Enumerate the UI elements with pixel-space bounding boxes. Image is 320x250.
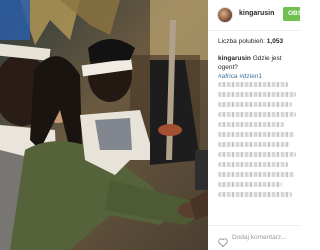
likes-row: Liczba polubień: 1,053 [218,38,283,45]
blurred-comment-line [218,142,290,147]
caption-username[interactable]: kingarusin [218,55,251,62]
blurred-comment-line [218,82,288,87]
likes-label: Liczba polubień: [218,38,265,45]
blurred-comment-line [218,102,292,107]
post-footer: Dodaj komentarz... [208,225,300,250]
blurred-comment-line [218,122,284,127]
post-sidebar: kingarusin OBS Liczba polubień: 1,053 ki… [208,0,300,250]
blurred-comment-line [218,162,288,167]
blurred-comment-line [218,92,296,97]
post-photo[interactable] [0,0,208,250]
caption-hashtags[interactable]: #africa #dzien1 [218,73,262,80]
blurred-comment-line [218,112,296,117]
blurred-comment-line [218,192,292,197]
comment-input[interactable]: Dodaj komentarz... [232,234,287,241]
post-header: kingarusin OBS [208,0,300,31]
blurred-comment-line [218,182,282,187]
username[interactable]: kingarusin [239,10,274,17]
likes-count[interactable]: 1,053 [267,38,283,45]
follow-button[interactable]: OBS [283,7,300,21]
caption: kingarusin Gdzie jest ogent? #africa #dz… [218,54,300,81]
blurred-comment-line [218,132,294,137]
blurred-comment-line [218,152,296,157]
photo-illustration [0,0,208,250]
heart-icon[interactable] [218,234,228,250]
blurred-comment-line [218,172,294,177]
avatar[interactable] [217,7,233,23]
